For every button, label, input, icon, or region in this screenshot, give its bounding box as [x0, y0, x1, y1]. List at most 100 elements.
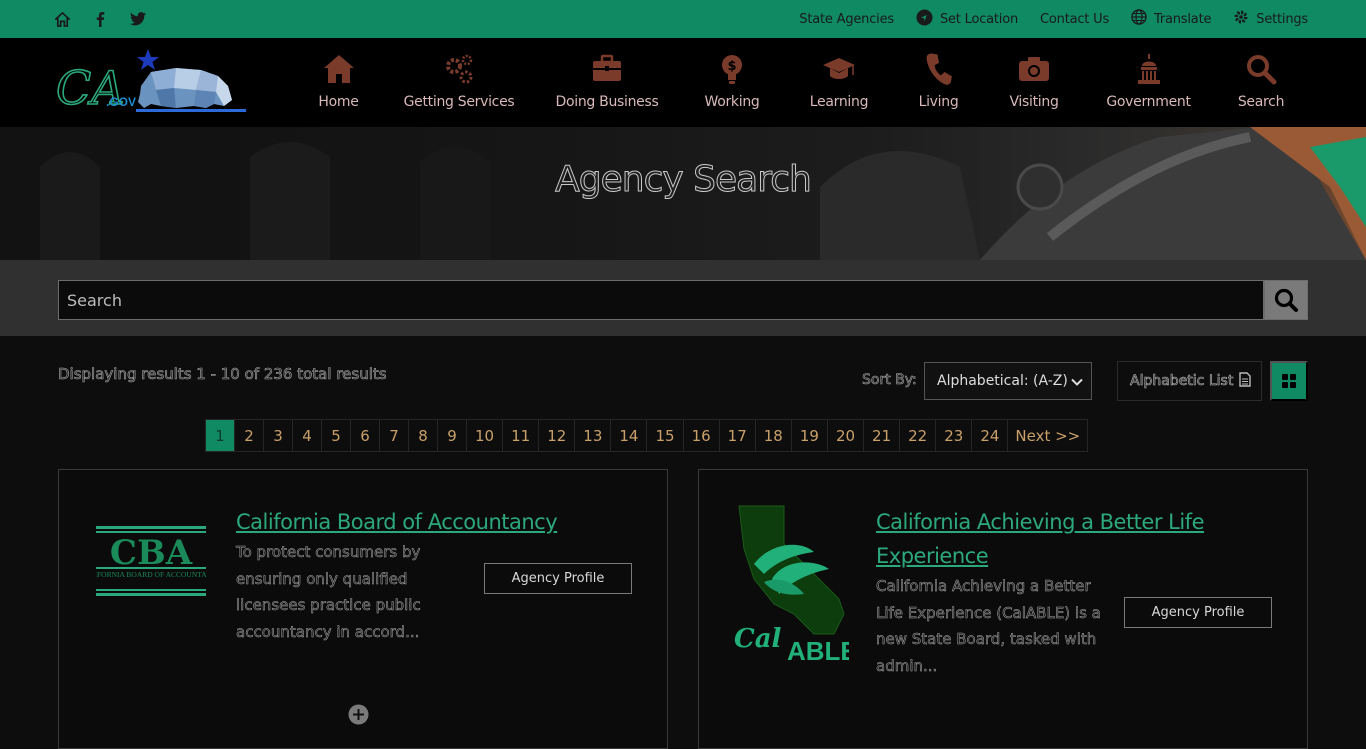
- nav-getting-services[interactable]: Getting Services: [380, 38, 538, 127]
- briefcase-icon: [593, 54, 621, 81]
- nav-government-label: Government: [1106, 94, 1191, 110]
- page-link[interactable]: 10: [466, 419, 504, 452]
- page-link[interactable]: 5: [321, 419, 351, 452]
- page-link[interactable]: 19: [790, 419, 828, 452]
- camera-icon: [1019, 57, 1049, 81]
- nav-working-label: Working: [704, 94, 760, 110]
- nav-living[interactable]: Living: [890, 38, 987, 127]
- settings-link[interactable]: Settings: [1233, 9, 1308, 29]
- alphabetic-list-button[interactable]: Alphabetic List: [1117, 361, 1262, 401]
- page-link[interactable]: 24: [971, 419, 1009, 452]
- nav-doing-business-label: Doing Business: [555, 94, 659, 110]
- phone-icon: [926, 53, 952, 85]
- sort-label: Sort By:: [862, 372, 917, 389]
- next-page-link[interactable]: Next >>: [1007, 419, 1089, 452]
- house-icon: [323, 55, 354, 83]
- page-link[interactable]: 3: [263, 419, 293, 452]
- nav-learning[interactable]: Learning: [788, 38, 890, 127]
- search-icon: [1247, 55, 1277, 85]
- page-link[interactable]: 14: [610, 419, 648, 452]
- nav-living-label: Living: [918, 94, 959, 110]
- lightbulb-dollar-icon: $: [722, 55, 742, 84]
- page-link[interactable]: 8: [408, 419, 438, 452]
- set-location-link[interactable]: Set Location: [916, 9, 1018, 30]
- search-button[interactable]: [1264, 280, 1308, 320]
- facebook-icon[interactable]: [91, 10, 109, 28]
- nav-home-label: Home: [318, 94, 359, 110]
- contact-us-label: Contact Us: [1040, 11, 1110, 27]
- pagination: 1 2 3 4 5 6 7 8 9 10 11 12 13 14 15 16 17 18 19 20 21 22 23 24 N…: [205, 419, 1089, 452]
- nav-government[interactable]: Government: [1081, 38, 1216, 127]
- globe-icon: [1131, 9, 1147, 29]
- document-icon: [1239, 371, 1252, 391]
- state-agencies-label: State Agencies: [799, 11, 894, 27]
- page-link[interactable]: 13: [574, 419, 612, 452]
- nav-search-label: Search: [1237, 94, 1285, 110]
- grid-icon: [1282, 374, 1296, 388]
- calable-cal-text: Cal: [734, 624, 782, 654]
- set-location-label: Set Location: [939, 11, 1019, 27]
- location-icon: [916, 9, 933, 30]
- page-link[interactable]: 2: [234, 419, 264, 452]
- utility-bar: State Agencies Set Location Contact Us T…: [0, 0, 1366, 38]
- twitter-icon[interactable]: [129, 10, 147, 28]
- search-band: [0, 260, 1366, 336]
- logo-gov-text: .GOV: [106, 95, 136, 109]
- agency-title-link[interactable]: California Achieving a Better Life Exper…: [876, 505, 1206, 573]
- contact-us-link[interactable]: Contact Us: [1040, 12, 1109, 27]
- nav-visiting[interactable]: Visiting: [987, 38, 1081, 127]
- nav-working[interactable]: $ Working: [676, 38, 788, 127]
- svg-text:$: $: [727, 59, 736, 74]
- agency-description: California Achieving a Better Life Exper…: [876, 577, 1101, 675]
- ca-gov-logo[interactable]: CA .GOV: [55, 46, 246, 116]
- agency-profile-button[interactable]: Agency Profile: [484, 563, 632, 594]
- translate-link[interactable]: Translate: [1131, 9, 1211, 29]
- page-link[interactable]: 7: [379, 419, 409, 452]
- page-link[interactable]: 6: [350, 419, 380, 452]
- page-link[interactable]: 22: [899, 419, 937, 452]
- page-link[interactable]: 18: [754, 419, 792, 452]
- page-link[interactable]: 11: [502, 419, 540, 452]
- nav-search[interactable]: Search: [1216, 38, 1306, 127]
- agency-card: CBA CALIFORNIA BOARD OF ACCOUNTANCY Cali…: [58, 469, 668, 749]
- page-link[interactable]: 1: [205, 419, 235, 452]
- agency-description: To protect consumers by ensuring only qu…: [236, 543, 421, 641]
- alphabetic-list-label: Alphabetic List: [1130, 373, 1234, 390]
- cba-logo: CBA CALIFORNIA BOARD OF ACCOUNTANCY: [80, 526, 223, 598]
- main-header: CA .GOV Home Getting Services Doing Busi…: [0, 38, 1366, 127]
- expand-plus-icon[interactable]: [348, 704, 369, 725]
- utility-links: State Agencies Set Location Contact Us T…: [799, 0, 1308, 38]
- calable-logo: Cal ABLE: [734, 504, 858, 666]
- page-link[interactable]: 15: [646, 419, 684, 452]
- nav-visiting-label: Visiting: [1009, 94, 1059, 110]
- page-link[interactable]: 9: [437, 419, 467, 452]
- social-links: [53, 10, 147, 28]
- grid-view-button[interactable]: [1270, 361, 1308, 401]
- nav-getting-services-label: Getting Services: [403, 94, 515, 110]
- page-link[interactable]: 16: [682, 419, 720, 452]
- chevron-down-icon: [1071, 376, 1083, 392]
- page-link[interactable]: 12: [538, 419, 576, 452]
- cba-logo-subtext: CALIFORNIA BOARD OF ACCOUNTANCY: [96, 570, 206, 579]
- sort-select-value: Alphabetical: (A-Z): [937, 373, 1068, 389]
- page-link[interactable]: 17: [718, 419, 756, 452]
- page-link[interactable]: 4: [292, 419, 322, 452]
- home-icon[interactable]: [53, 10, 71, 28]
- sort-select[interactable]: Alphabetical: (A-Z): [924, 362, 1092, 400]
- search-icon: [1274, 288, 1298, 312]
- gear-icon: [1233, 9, 1249, 29]
- agency-profile-button[interactable]: Agency Profile: [1124, 597, 1272, 628]
- state-agencies-link[interactable]: State Agencies: [799, 12, 894, 27]
- page-link[interactable]: 23: [935, 419, 973, 452]
- agency-title-link[interactable]: California Board of Accountancy: [236, 505, 566, 539]
- gears-icon: [446, 54, 473, 84]
- nav-doing-business[interactable]: Doing Business: [538, 38, 676, 127]
- translate-label: Translate: [1154, 11, 1212, 27]
- nav-home[interactable]: Home: [297, 38, 380, 127]
- nav-learning-label: Learning: [809, 94, 869, 110]
- page-link[interactable]: 20: [826, 419, 865, 452]
- calable-able-text: ABLE: [787, 636, 849, 664]
- agency-card: Cal ABLE California Achieving a Better L…: [698, 469, 1308, 749]
- page-link[interactable]: 21: [863, 419, 901, 452]
- search-input[interactable]: [58, 280, 1264, 320]
